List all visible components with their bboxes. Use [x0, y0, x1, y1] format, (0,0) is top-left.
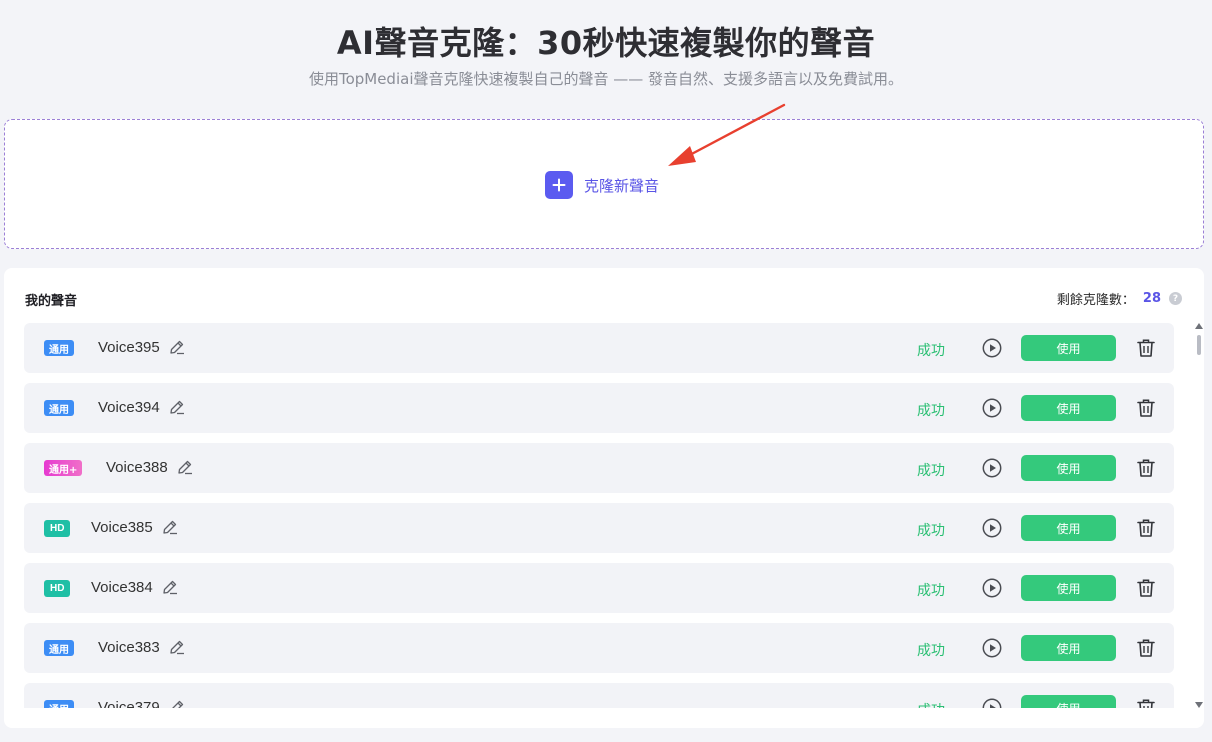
use-voice-button[interactable]: 使用: [1021, 395, 1116, 421]
voice-row-voice394: 通用 Voice394 成功 使用: [24, 383, 1174, 433]
use-voice-button[interactable]: 使用: [1021, 515, 1116, 541]
page-title: AI聲音克隆：30秒快速複製你的聲音: [336, 24, 876, 62]
trash-icon[interactable]: [1136, 638, 1156, 658]
voice-list-scrollbar[interactable]: [1194, 323, 1204, 708]
voice-type-badge: 通用: [44, 640, 74, 656]
use-voice-button[interactable]: 使用: [1021, 635, 1116, 661]
question-icon[interactable]: ?: [1169, 292, 1182, 305]
remaining-clones-label: 剩餘克隆數：: [1056, 293, 1135, 308]
pencil-icon[interactable]: [169, 699, 185, 708]
voice-row-voice384: HD Voice384 成功 使用: [24, 563, 1174, 613]
my-voices-title: 我的聲音: [25, 294, 78, 309]
voice-name: Voice383: [98, 639, 160, 656]
voice-type-badge: 通用+: [44, 460, 83, 476]
use-voice-button[interactable]: 使用: [1021, 335, 1116, 361]
pencil-icon[interactable]: [162, 579, 178, 595]
scroll-thumb[interactable]: [1197, 335, 1201, 355]
voice-row-voice395: 通用 Voice395 成功 使用: [24, 323, 1174, 373]
trash-icon[interactable]: [1136, 398, 1156, 418]
clone-new-voice-label: 克隆新聲音: [584, 176, 660, 195]
scroll-up-icon[interactable]: [1195, 323, 1203, 329]
trash-icon[interactable]: [1136, 518, 1156, 538]
voice-name: Voice388: [106, 459, 168, 476]
use-voice-button[interactable]: 使用: [1021, 695, 1116, 708]
pencil-icon[interactable]: [169, 399, 185, 415]
voice-row-voice385: HD Voice385 成功 使用: [24, 503, 1174, 553]
voice-type-badge: HD: [44, 520, 71, 537]
remaining-clones: 剩餘克隆數： 28 ?: [1057, 289, 1182, 308]
pencil-icon[interactable]: [162, 519, 178, 535]
voice-status: 成功: [917, 403, 945, 419]
scroll-down-icon[interactable]: [1195, 702, 1203, 708]
voice-status: 成功: [917, 463, 945, 479]
voice-row-voice379: 通用 Voice379 成功 使用: [24, 683, 1174, 708]
voice-type-badge: 通用: [44, 400, 74, 416]
trash-icon[interactable]: [1136, 458, 1156, 478]
play-icon[interactable]: [982, 398, 1002, 418]
voice-status: 成功: [917, 583, 945, 599]
voice-list[interactable]: 通用 Voice395 成功 使用 通用 Voice394 成功 使用 通用+ …: [24, 323, 1174, 708]
page-subtitle: 使用TopMediai聲音克隆快速複製自己的聲音 —— 發音自然、支援多語言以及…: [308, 70, 904, 88]
voice-name: Voice394: [98, 399, 160, 416]
voice-name: Voice384: [91, 579, 153, 596]
play-icon[interactable]: [982, 698, 1002, 708]
play-icon[interactable]: [982, 578, 1002, 598]
trash-icon[interactable]: [1136, 338, 1156, 358]
voice-type-badge: 通用: [44, 700, 74, 708]
voice-type-badge: HD: [44, 580, 71, 597]
my-voices-panel: 我的聲音 剩餘克隆數： 28 ? 通用 Voice395 成功 使用 通用 Vo…: [4, 268, 1204, 728]
pencil-icon[interactable]: [177, 459, 193, 475]
play-icon[interactable]: [982, 458, 1002, 478]
voice-type-badge: 通用: [44, 340, 74, 356]
pencil-icon[interactable]: [169, 639, 185, 655]
play-icon[interactable]: [982, 518, 1002, 538]
play-icon[interactable]: [982, 338, 1002, 358]
plus-icon: [545, 171, 573, 199]
voice-row-voice383: 通用 Voice383 成功 使用: [24, 623, 1174, 673]
voice-name: Voice395: [98, 339, 160, 356]
pencil-icon[interactable]: [169, 339, 185, 355]
voice-status: 成功: [917, 523, 945, 539]
voice-status: 成功: [917, 643, 945, 659]
voice-name: Voice385: [91, 519, 153, 536]
play-icon[interactable]: [982, 638, 1002, 658]
trash-icon[interactable]: [1136, 698, 1156, 708]
use-voice-button[interactable]: 使用: [1021, 575, 1116, 601]
voice-name: Voice379: [98, 699, 160, 708]
clone-upload-area[interactable]: 克隆新聲音: [4, 119, 1204, 249]
trash-icon[interactable]: [1136, 578, 1156, 598]
clone-new-voice-button[interactable]: 克隆新聲音: [545, 170, 659, 200]
voice-status: 成功: [917, 700, 945, 708]
voice-clone-page: AI聲音克隆：30秒快速複製你的聲音 使用TopMediai聲音克隆快速複製自己…: [0, 0, 1212, 742]
voice-row-voice388: 通用+ Voice388 成功 使用: [24, 443, 1174, 493]
use-voice-button[interactable]: 使用: [1021, 455, 1116, 481]
remaining-clones-count: 28: [1142, 291, 1161, 306]
voice-status: 成功: [917, 343, 945, 359]
annotation-arrow-icon: [668, 103, 786, 166]
